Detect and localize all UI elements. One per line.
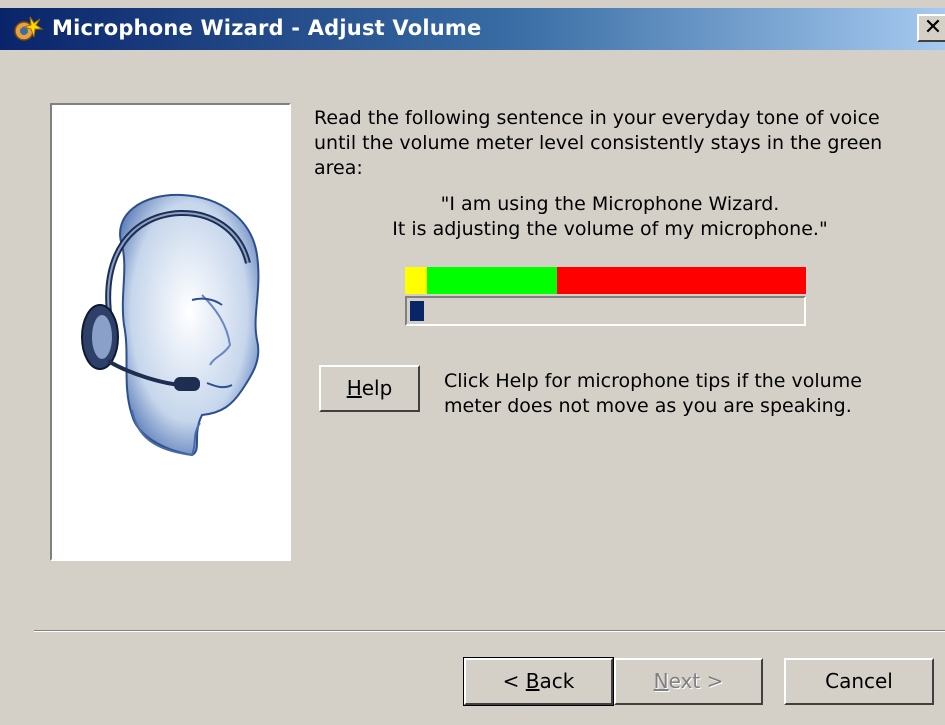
level-scale-high-segment [557, 267, 806, 294]
headset-person-icon [81, 193, 260, 457]
back-button-accel: B [525, 669, 540, 693]
sample-sentence: "I am using the Microphone Wizard. It is… [340, 192, 880, 242]
help-button-accel: H [346, 376, 362, 400]
cancel-button[interactable]: Cancel [784, 658, 934, 705]
wizard-illustration [50, 103, 291, 561]
footer-separator [34, 630, 945, 632]
close-icon: ✕ [923, 15, 943, 40]
help-tip-text: Click Help for microphone tips if the vo… [444, 370, 862, 417]
level-scale-low-segment [405, 267, 428, 294]
next-button[interactable]: Next > [614, 658, 763, 705]
window-title: Microphone Wizard - Adjust Volume [52, 16, 482, 40]
next-button-suffix: > [700, 669, 724, 693]
next-button-label: ext [668, 669, 701, 693]
instruction-text: Read the following sentence in your ever… [314, 107, 883, 179]
microphone-wizard-icon [12, 13, 44, 45]
volume-meter [405, 296, 806, 326]
sample-sentence-line2: It is adjusting the volume of my microph… [392, 218, 828, 240]
next-button-accel: N [653, 669, 669, 693]
back-button-prefix: < [502, 669, 526, 693]
help-button[interactable]: Help [319, 365, 420, 412]
title-bar[interactable]: Microphone Wizard - Adjust Volume ✕ [0, 8, 945, 50]
volume-meter-fill [410, 301, 424, 321]
back-button[interactable]: < Back [463, 657, 614, 706]
microphone-wizard-window: Microphone Wizard - Adjust Volume ✕ Read… [0, 0, 945, 725]
volume-level-scale [405, 267, 806, 294]
level-scale-green-segment [427, 267, 558, 294]
close-button[interactable]: ✕ [917, 14, 945, 42]
help-button-label: elp [361, 376, 393, 400]
sample-sentence-line1: "I am using the Microphone Wizard. [440, 193, 780, 215]
back-button-label: ack [539, 669, 575, 693]
